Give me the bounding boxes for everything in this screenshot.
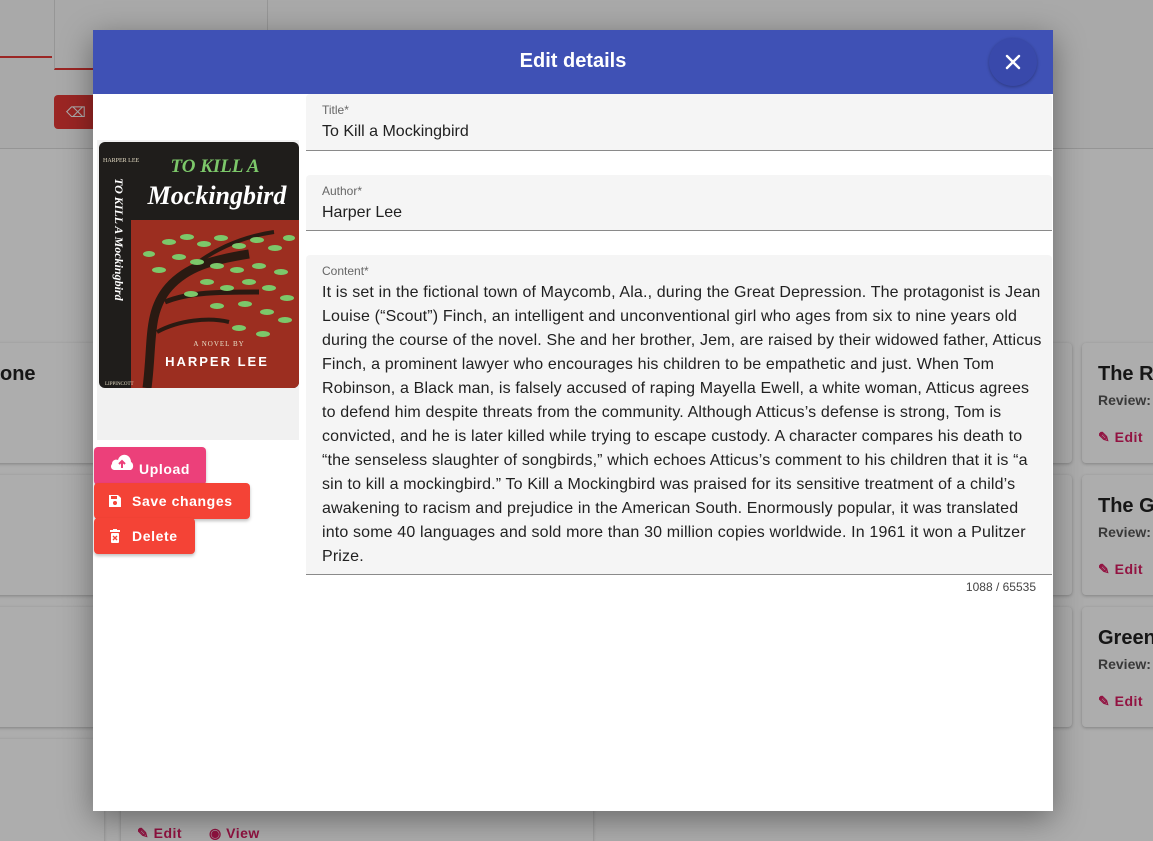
save-changes-label: Save changes (132, 493, 233, 509)
cover-publisher: LIPPINCOTT (105, 382, 134, 387)
dialog-header: Edit details (93, 30, 1053, 94)
cover-author-small: HARPER LEE (103, 158, 140, 164)
delete-label: Delete (132, 528, 178, 544)
content-field-value: It is set in the fictional town of Mayco… (322, 284, 1042, 565)
upload-button[interactable]: Upload (94, 447, 206, 485)
cover-title-line1: TO KILL A (170, 156, 259, 177)
content-field-label: Content* (322, 264, 369, 278)
cover-author: HARPER LEE (165, 354, 269, 369)
author-field-label: Author* (322, 184, 363, 198)
dialog-title: Edit details (519, 50, 627, 72)
cover-title-line2: Mockingbird (147, 181, 288, 210)
character-counter: 1088 / 65535 (965, 580, 1036, 594)
cover-spine-text: TO KILL A Mockingbird (112, 178, 126, 302)
author-field-value: Harper Lee (322, 204, 403, 221)
cover-subtitle: A NOVEL BY (193, 340, 244, 348)
save-icon (109, 495, 121, 507)
close-icon (1005, 54, 1021, 70)
close-button[interactable] (989, 38, 1037, 86)
save-changes-button[interactable]: Save changes (94, 483, 250, 519)
cover-panel: TO KILL A Mockingbird HARPER LEE TO KILL… (97, 140, 299, 440)
book-cover-image: TO KILL A Mockingbird HARPER LEE TO KILL… (99, 142, 299, 388)
upload-label: Upload (139, 461, 191, 477)
title-field-value: To Kill a Mockingbird (322, 123, 469, 140)
delete-button[interactable]: Delete (94, 518, 195, 554)
title-field-label: Title* (322, 103, 349, 117)
title-field[interactable]: Title* To Kill a Mockingbird (306, 94, 1052, 151)
edit-dialog: Edit details TO KILL A Mockingbird HARPE… (93, 30, 1053, 811)
delete-icon (110, 529, 120, 543)
cloud-upload-icon (111, 454, 134, 470)
content-field[interactable]: Content* It is set in the fictional town… (306, 255, 1052, 575)
author-field[interactable]: Author* Harper Lee (306, 175, 1052, 231)
